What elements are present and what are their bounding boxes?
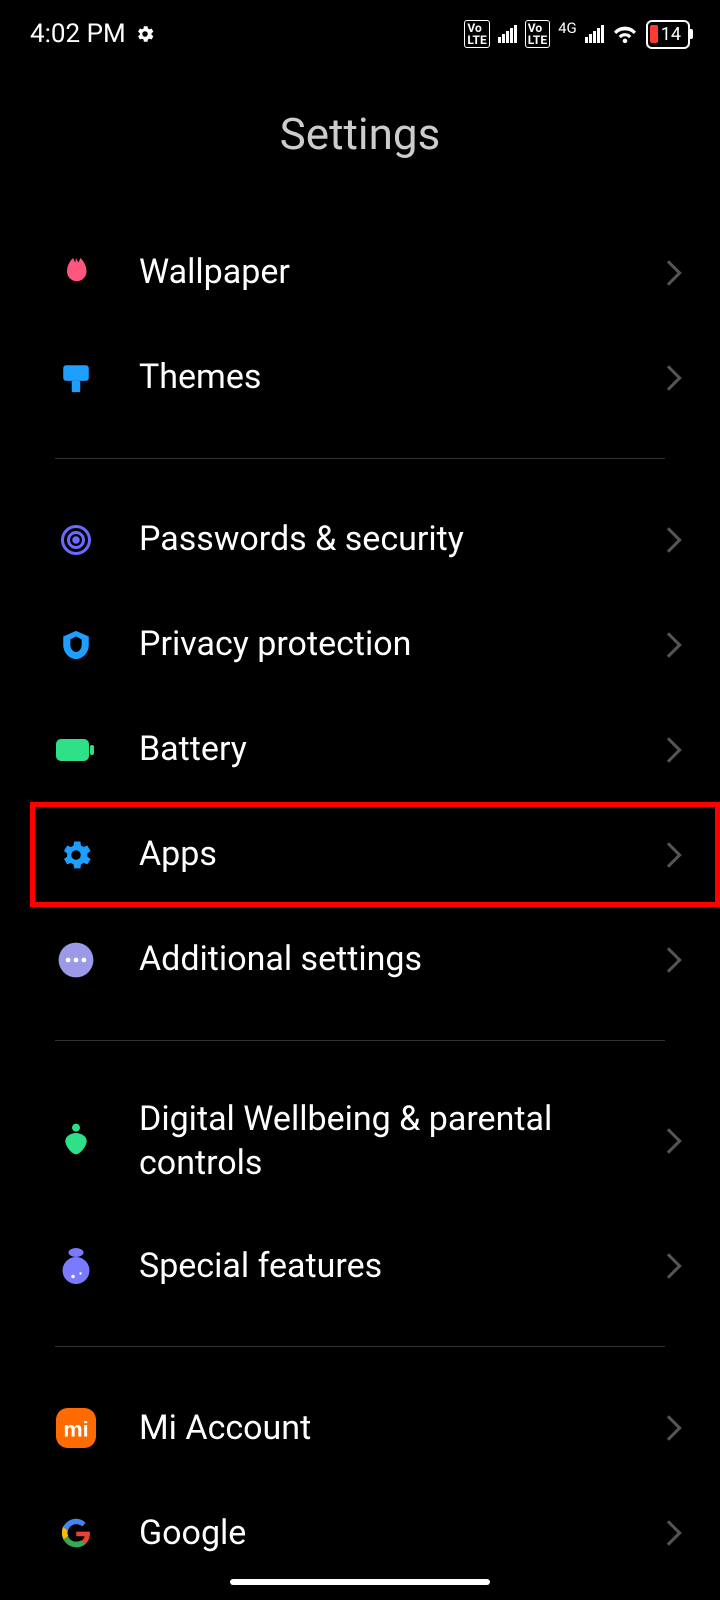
divider [55, 458, 665, 459]
divider [55, 1040, 665, 1041]
chevron-right-icon [656, 365, 681, 390]
chevron-right-icon [656, 947, 681, 972]
battery-icon: 14 [646, 20, 690, 49]
status-bar: 4:02 PM VoLTE VoLTE 4G 14 [0, 0, 720, 68]
wallpaper-icon [55, 252, 97, 294]
settings-item-label: Battery [139, 727, 660, 771]
settings-item-miaccount[interactable]: mi Mi Account [0, 1375, 720, 1480]
wifi-icon [612, 23, 638, 45]
settings-item-google[interactable]: Google [0, 1480, 720, 1585]
apps-icon [55, 834, 97, 876]
volte-icon: VoLTE [525, 20, 550, 48]
google-icon [55, 1512, 97, 1554]
chevron-right-icon [656, 1415, 681, 1440]
settings-list: Wallpaper Themes Passwords & security Pr… [0, 220, 720, 1585]
nav-indicator[interactable] [230, 1579, 490, 1585]
chevron-right-icon [656, 842, 681, 867]
settings-item-label: Themes [139, 355, 660, 399]
settings-item-label: Wallpaper [139, 250, 660, 294]
chevron-right-icon [656, 737, 681, 762]
mi-icon: mi [55, 1407, 97, 1449]
gear-icon [134, 23, 156, 45]
settings-item-label: Privacy protection [139, 622, 660, 666]
status-time: 4:02 PM [30, 19, 126, 49]
settings-item-themes[interactable]: Themes [0, 325, 720, 430]
status-left: 4:02 PM [30, 19, 156, 49]
settings-item-passwords[interactable]: Passwords & security [0, 487, 720, 592]
settings-item-special[interactable]: Special features [0, 1213, 720, 1318]
chevron-right-icon [656, 1253, 681, 1278]
signal-icon [585, 25, 604, 43]
chevron-right-icon [656, 260, 681, 285]
status-right: VoLTE VoLTE 4G 14 [464, 20, 690, 49]
settings-item-apps[interactable]: Apps [30, 802, 720, 907]
shield-icon [55, 624, 97, 666]
signal-icon [498, 25, 517, 43]
settings-item-battery[interactable]: Battery [0, 697, 720, 802]
themes-icon [55, 357, 97, 399]
chevron-right-icon [656, 632, 681, 657]
settings-item-label: Google [139, 1511, 660, 1555]
volte-icon: VoLTE [464, 20, 489, 48]
chevron-right-icon [656, 1520, 681, 1545]
svg-text:mi: mi [63, 1416, 88, 1441]
settings-item-label: Additional settings [139, 937, 660, 981]
special-icon [55, 1245, 97, 1287]
chevron-right-icon [656, 1128, 681, 1153]
settings-item-wellbeing[interactable]: Digital Wellbeing & parental controls [0, 1069, 720, 1213]
settings-item-label: Mi Account [139, 1406, 660, 1450]
settings-item-additional[interactable]: Additional settings [0, 907, 720, 1012]
page-title: Settings [0, 68, 720, 220]
battery-icon [55, 729, 97, 771]
settings-item-label: Special features [139, 1244, 660, 1288]
settings-item-wallpaper[interactable]: Wallpaper [0, 220, 720, 325]
wellbeing-icon [55, 1120, 97, 1162]
settings-item-privacy[interactable]: Privacy protection [0, 592, 720, 697]
divider [55, 1346, 665, 1347]
settings-item-label: Digital Wellbeing & parental controls [139, 1097, 660, 1185]
more-icon [55, 939, 97, 981]
settings-item-label: Apps [139, 832, 660, 876]
settings-item-label: Passwords & security [139, 517, 660, 561]
fingerprint-icon [55, 519, 97, 561]
network-type: 4G [558, 19, 577, 37]
chevron-right-icon [656, 527, 681, 552]
